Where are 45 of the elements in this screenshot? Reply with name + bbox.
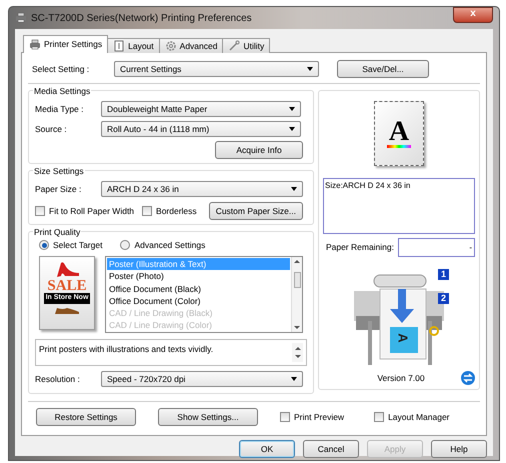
step-badge: 1 <box>438 269 450 280</box>
checkbox-label: Print Preview <box>294 410 344 424</box>
acquire-info-button[interactable]: Acquire Info <box>215 141 303 159</box>
list-item[interactable]: Poster (Photo) <box>107 270 290 283</box>
save-delete-button[interactable]: Save/Del... <box>337 60 429 78</box>
field-label: Select Setting : <box>32 62 90 76</box>
dropdown[interactable]: Speed - 720x720 dpi <box>101 371 303 387</box>
version-text: Version 7.00 <box>376 372 426 384</box>
page-letter: A <box>388 119 410 146</box>
dialog-button[interactable]: OK <box>239 440 295 458</box>
tab[interactable]: Utility <box>222 38 270 53</box>
step-badge: 2 <box>438 293 450 304</box>
size-info-text: Size:ARCH D 24 x 36 in <box>323 178 475 234</box>
show-settings-button[interactable]: Show Settings... <box>158 408 258 426</box>
checkbox-label: Borderless <box>156 204 197 218</box>
dialog-button[interactable]: Help <box>431 440 487 458</box>
window-title: SC-T7200D Series(Network) Printing Preferences <box>31 12 252 26</box>
description-text: Print posters with illustrations and texts vividly. <box>39 343 214 356</box>
tab[interactable]: Advanced <box>158 38 224 53</box>
group-title: Media Settings <box>33 85 92 98</box>
list-item[interactable]: Office Document (Black) <box>107 282 290 295</box>
radio-label: Select Target <box>53 238 102 252</box>
dropdown[interactable]: ARCH D 24 x 36 in <box>101 181 303 197</box>
field-label: Paper Size : <box>35 182 82 196</box>
tab[interactable]: Printer Settings <box>23 35 108 53</box>
group-title: Print Quality <box>33 226 82 239</box>
checkbox-label: Fit to Roll Paper Width <box>49 204 134 218</box>
list-item[interactable]: Office Document (Color) <box>107 294 290 308</box>
dialog-button[interactable]: Cancel <box>303 440 359 458</box>
checkbox-label: Layout Manager <box>388 410 450 424</box>
dropdown[interactable]: Doubleweight Matte Paper <box>101 101 301 117</box>
field-label: Resolution : <box>35 372 81 386</box>
field-label: Media Type : <box>35 102 85 116</box>
paper-letter: A <box>396 334 410 343</box>
radio-label: Advanced Settings <box>134 238 206 252</box>
tab[interactable]: Layout <box>107 38 160 53</box>
group-title: Size Settings <box>33 165 85 178</box>
sale-text: SALE <box>47 279 87 293</box>
dropdown[interactable]: Roll Auto - 44 in (1118 mm) <box>101 121 301 137</box>
paper-remaining-field: - <box>398 238 475 258</box>
dropdown[interactable]: Current Settings <box>114 61 319 77</box>
field-label: Source : <box>35 122 68 136</box>
restore-settings-button[interactable]: Restore Settings <box>36 408 136 426</box>
custom-paper-size-button[interactable]: Custom Paper Size... <box>208 202 303 220</box>
field-label: Paper Remaining: <box>326 241 394 254</box>
